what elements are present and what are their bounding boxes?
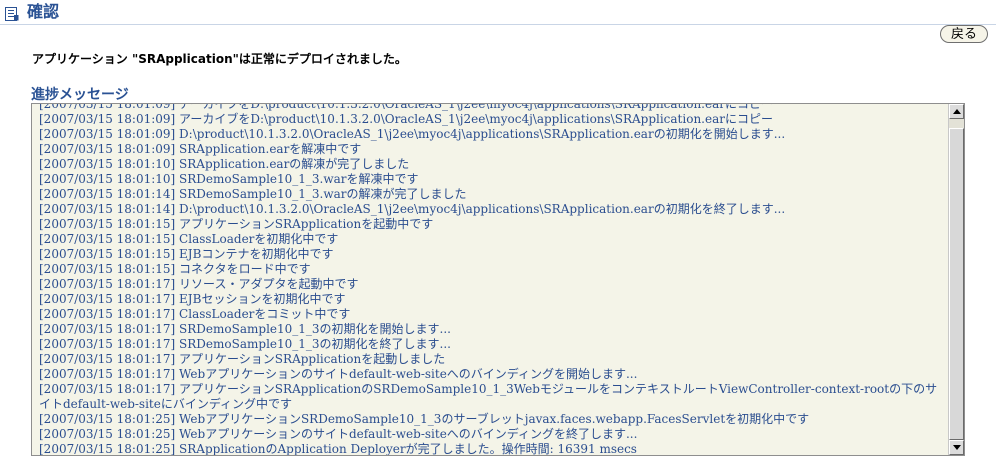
log-line: [2007/03/15 18:01:10] SRApplication.earの… (39, 157, 410, 171)
scroll-up-icon[interactable] (949, 104, 964, 119)
log-line: [2007/03/15 18:01:17] SRDemoSample10_1_3… (39, 337, 451, 351)
log-scrollbar[interactable] (948, 104, 964, 455)
log-line: [2007/03/15 18:01:17] ClassLoaderをコミット中で… (39, 307, 351, 321)
log-line: [2007/03/15 18:01:14] D:\product\10.1.3.… (39, 202, 786, 216)
log-line: [2007/03/15 18:01:15] アプリケーションSRApplicat… (39, 217, 434, 231)
log-line: [2007/03/15 18:01:09] SRApplication.earを… (39, 142, 362, 156)
confirmation-message: アプリケーション "SRApplication"は正常にデプロイされました。 (32, 52, 407, 66)
log-line: [2007/03/15 18:01:17] アプリケーションSRApplicat… (39, 352, 446, 366)
log-line: [2007/03/15 18:01:25] Webアプリケーションのサイトdef… (39, 427, 638, 441)
log-line: [2007/03/15 18:01:17] Webアプリケーションのサイトdef… (39, 367, 638, 381)
log-line: [2007/03/15 18:01:15] コネクタをロード中です (39, 262, 311, 276)
log-line: [2007/03/15 18:01:15] ClassLoaderを初期化中です (39, 232, 339, 246)
page-header: 確認 (0, 0, 996, 25)
back-button[interactable]: 戻る (940, 25, 988, 43)
log-line: [2007/03/15 18:01:15] EJBコンテナを初期化中です (39, 247, 334, 261)
log-line: [2007/03/15 18:01:09] アーカイブをD:\product\1… (39, 103, 773, 111)
progress-log-textarea[interactable]: [2007/03/15 18:01:09] アーカイブをD:\product\1… (31, 103, 965, 456)
progress-messages-title: 進捗メッセージ (31, 87, 129, 103)
log-line: [2007/03/15 18:01:25] WebアプリケーションSRDemoS… (39, 412, 810, 426)
log-line: [2007/03/15 18:01:09] アーカイブをD:\product\1… (39, 112, 773, 126)
log-line: [2007/03/15 18:01:17] SRDemoSample10_1_3… (39, 322, 451, 336)
scroll-down-icon[interactable] (949, 440, 964, 455)
page-title: 確認 (27, 2, 60, 21)
log-line: [2007/03/15 18:01:14] SRDemoSample10_1_3… (39, 187, 467, 201)
log-line: [2007/03/15 18:01:25] SRApplicationのAppl… (39, 442, 637, 456)
document-list-icon (5, 6, 19, 21)
scroll-thumb[interactable] (949, 128, 964, 440)
log-line: [2007/03/15 18:01:10] SRDemoSample10_1_3… (39, 172, 419, 186)
log-line: [2007/03/15 18:01:17] アプリケーションSRApplicat… (39, 382, 938, 411)
log-line: [2007/03/15 18:01:09] D:\product\10.1.3.… (39, 127, 786, 141)
progress-log-content: [2007/03/15 18:01:09] アーカイブをD:\product\1… (39, 103, 944, 456)
log-line: [2007/03/15 18:01:17] リソース・アダプタを起動中です (39, 277, 359, 291)
log-line: [2007/03/15 18:01:17] EJBセッションを初期化中です (39, 292, 346, 306)
